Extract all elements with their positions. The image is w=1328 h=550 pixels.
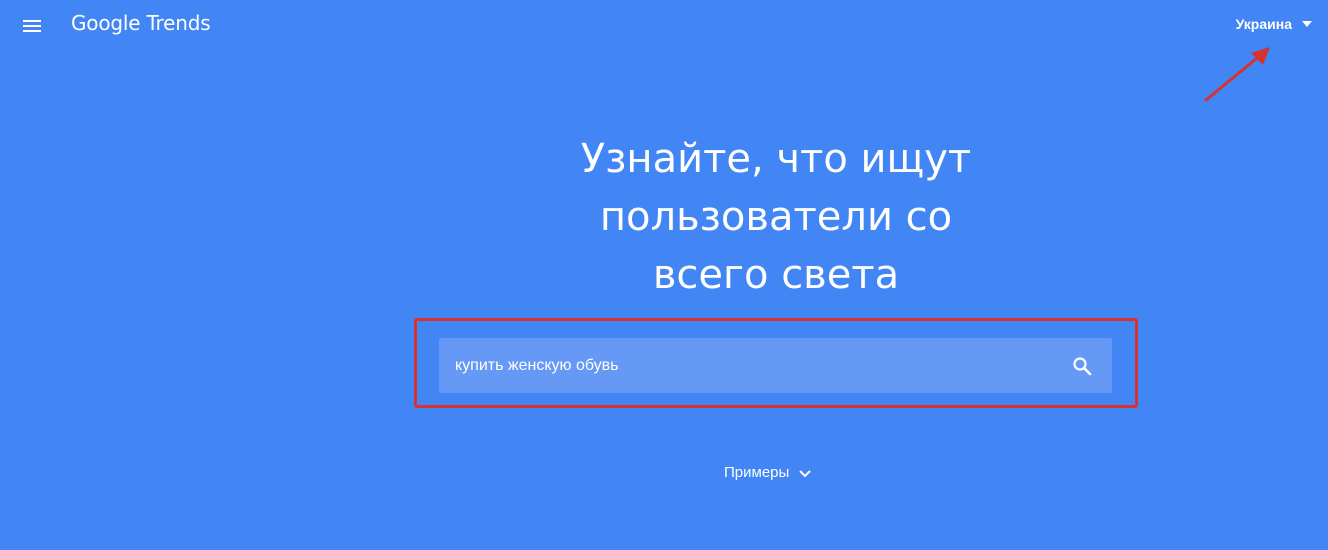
search-input[interactable] xyxy=(439,338,1070,393)
page-headline: Узнайте, что ищут пользователи со всего … xyxy=(476,130,1076,304)
hamburger-menu-icon[interactable] xyxy=(22,16,42,36)
google-trends-logo[interactable]: Google Trends xyxy=(71,11,211,35)
chevron-down-icon xyxy=(799,469,811,477)
annotation-arrow xyxy=(1204,47,1270,102)
headline-line-3: всего света xyxy=(652,252,900,298)
examples-toggle[interactable]: Примеры xyxy=(724,464,813,481)
search-icon[interactable] xyxy=(1070,354,1094,378)
caret-down-icon xyxy=(1302,21,1312,27)
region-selector[interactable]: Украина xyxy=(1236,16,1312,32)
search-box[interactable] xyxy=(439,338,1112,393)
region-label: Украина xyxy=(1235,16,1292,32)
headline-line-2: пользователи со xyxy=(599,194,953,240)
examples-label: Примеры xyxy=(724,464,790,481)
headline-line-1: Узнайте, что ищут xyxy=(580,136,972,182)
